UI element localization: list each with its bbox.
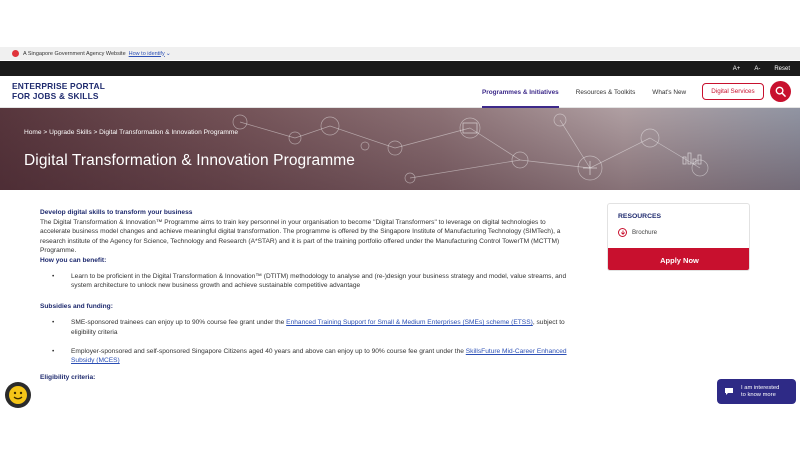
logo-line-1: ENTERPRISE PORTAL xyxy=(12,81,106,91)
hero-network-graphic xyxy=(232,113,709,184)
resources-title: RESOURCES xyxy=(618,213,662,220)
page-title: Digital Transformation & Innovation Prog… xyxy=(24,152,356,169)
chat-text: I am interested to know more xyxy=(741,385,779,399)
main-nav: Programmes & Initiatives Resources & Too… xyxy=(482,76,703,108)
resources-card: RESOURCES Brochure Apply Now xyxy=(607,203,750,271)
chevron-down-icon[interactable]: ⌄ xyxy=(166,50,171,57)
brochure-link[interactable]: Brochure xyxy=(618,228,657,237)
eligibility-heading: Eligibility criteria: xyxy=(40,373,96,381)
nav-programmes-initiatives[interactable]: Programmes & Initiatives xyxy=(482,76,559,108)
page: A Singapore Government Agency Website Ho… xyxy=(0,0,800,450)
main-content: Develop digital skills to transform your… xyxy=(40,208,570,382)
digital-services-button[interactable]: Digital Services xyxy=(702,83,764,100)
assistant-avatar-button[interactable] xyxy=(5,382,31,408)
subsidy-list: SME-sponsored trainees can enjoy up to 9… xyxy=(40,318,570,365)
subsidy-text: SME-sponsored trainees can enjoy up to 9… xyxy=(71,319,287,327)
benefit-heading: How you can benefit: xyxy=(40,256,107,264)
subsidy-text: Employer-sponsored and self-sponsored Si… xyxy=(71,347,466,355)
etss-link[interactable]: Enhanced Training Support for Small & Me… xyxy=(286,319,533,326)
smiley-icon xyxy=(9,386,27,404)
list-item: Employer-sponsored and self-sponsored Si… xyxy=(40,347,570,366)
font-increase-button[interactable]: A+ xyxy=(733,66,741,72)
font-reset-button[interactable]: Reset xyxy=(774,66,790,72)
chat-line-2: to know more xyxy=(741,391,776,398)
chat-bubble-icon xyxy=(725,388,733,395)
hero-banner: Home > Upgrade Skills > Digital Transfor… xyxy=(0,108,800,190)
list-item: Learn to be proficient in the Digital Tr… xyxy=(40,272,570,291)
nav-resources-toolkits[interactable]: Resources & Toolkits xyxy=(576,76,636,108)
download-icon xyxy=(618,228,627,237)
benefit-list: Learn to be proficient in the Digital Tr… xyxy=(40,272,570,291)
nav-whats-new[interactable]: What's New xyxy=(652,76,686,108)
site-header: ENTERPRISE PORTAL FOR JOBS & SKILLS Prog… xyxy=(0,76,800,108)
site-logo[interactable]: ENTERPRISE PORTAL FOR JOBS & SKILLS xyxy=(12,81,112,101)
lion-head-icon xyxy=(12,50,19,57)
apply-now-button[interactable]: Apply Now xyxy=(608,248,749,270)
how-to-identify-link[interactable]: How to identify xyxy=(129,51,165,57)
intro-paragraph: The Digital Transformation & Innovation™… xyxy=(40,218,561,255)
brochure-label: Brochure xyxy=(632,229,658,236)
list-item: SME-sponsored trainees can enjoy up to 9… xyxy=(40,318,570,337)
font-decrease-button[interactable]: A- xyxy=(754,66,760,72)
gov-masthead-text: A Singapore Government Agency Website xyxy=(23,50,126,57)
logo-line-2: FOR JOBS & SKILLS xyxy=(12,91,99,101)
subsidy-heading: Subsidies and funding: xyxy=(40,302,113,310)
intro-heading: Develop digital skills to transform your… xyxy=(40,209,193,216)
search-button[interactable] xyxy=(770,81,791,102)
breadcrumb[interactable]: Home > Upgrade Skills > Digital Transfor… xyxy=(24,129,238,136)
chat-widget[interactable]: I am interested to know more xyxy=(717,379,796,404)
accessibility-bar: A+ A- Reset xyxy=(0,61,800,76)
chat-line-1: I am interested xyxy=(741,384,780,391)
search-icon xyxy=(775,86,786,97)
gov-masthead: A Singapore Government Agency Website Ho… xyxy=(0,47,800,60)
